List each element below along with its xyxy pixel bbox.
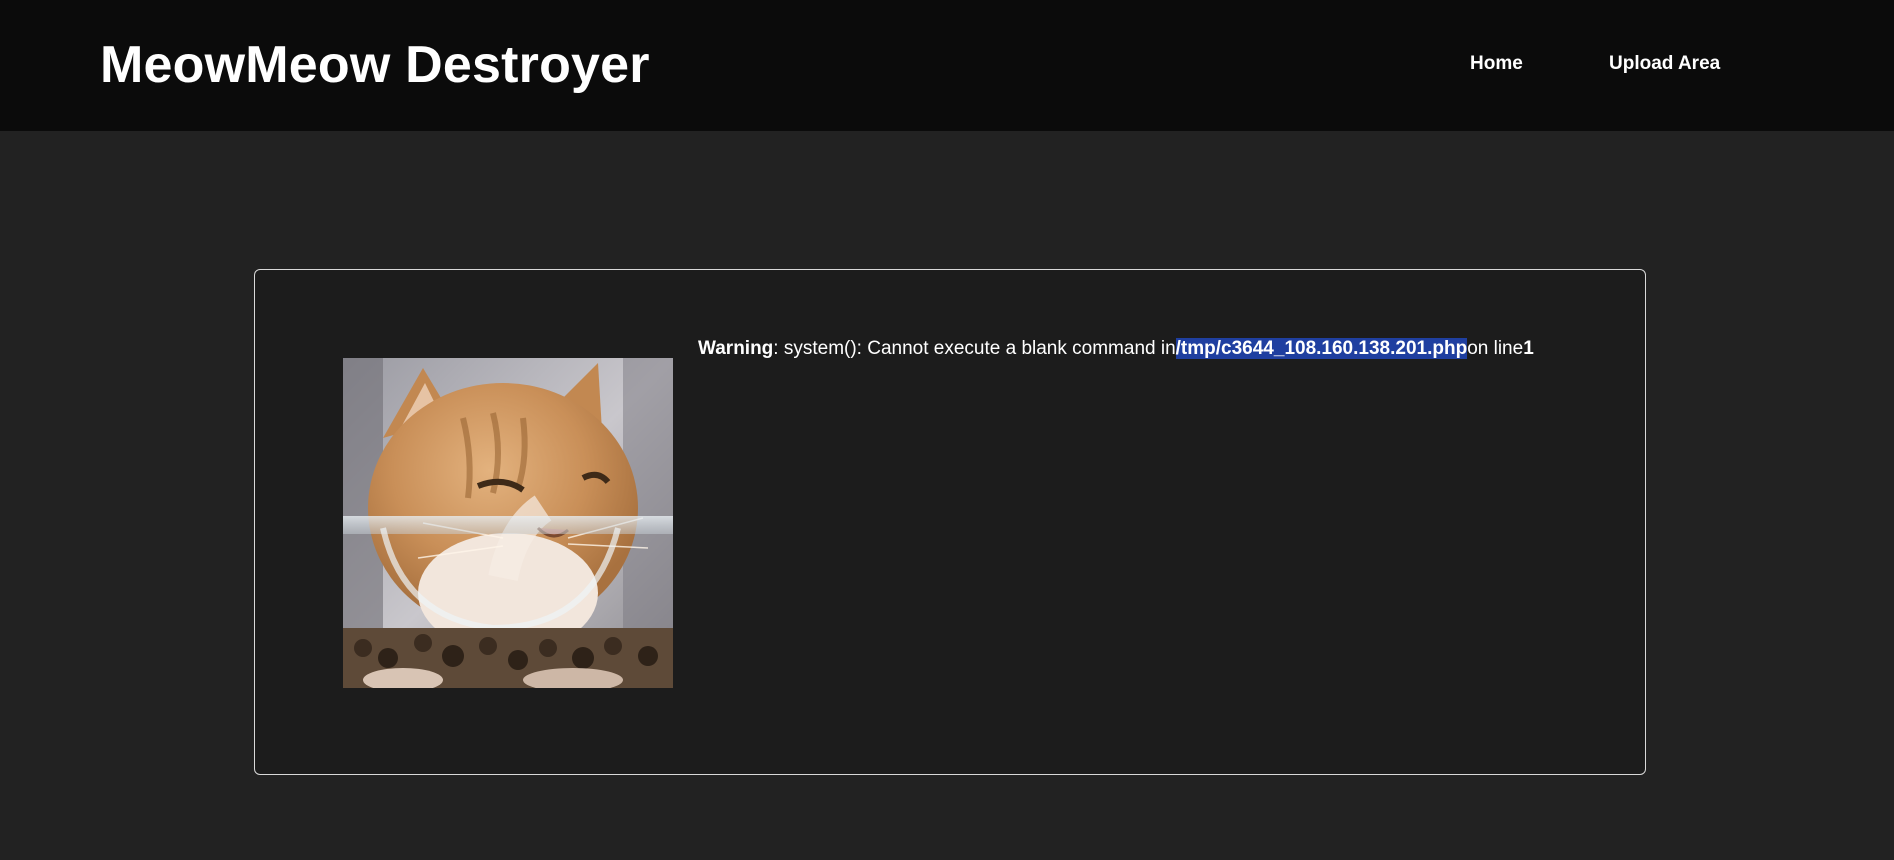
warning-suffix-text: on line	[1467, 338, 1524, 359]
error-line-number: 1	[1523, 338, 1534, 359]
cat-image	[343, 358, 673, 688]
warning-message-text: : system(): Cannot execute a blank comma…	[773, 338, 1176, 359]
php-warning-message: Warning: system(): Cannot execute a blan…	[698, 337, 1534, 361]
top-navbar: MeowMeow Destroyer Home Upload Area	[0, 0, 1894, 131]
site-title[interactable]: MeowMeow Destroyer	[100, 34, 650, 96]
warning-label: Warning	[698, 338, 774, 359]
nav-home-link[interactable]: Home	[1470, 52, 1523, 76]
nav-upload-area-link[interactable]: Upload Area	[1609, 52, 1720, 76]
error-file-path: /tmp/c3644_108.160.138.201.php	[1175, 338, 1468, 359]
